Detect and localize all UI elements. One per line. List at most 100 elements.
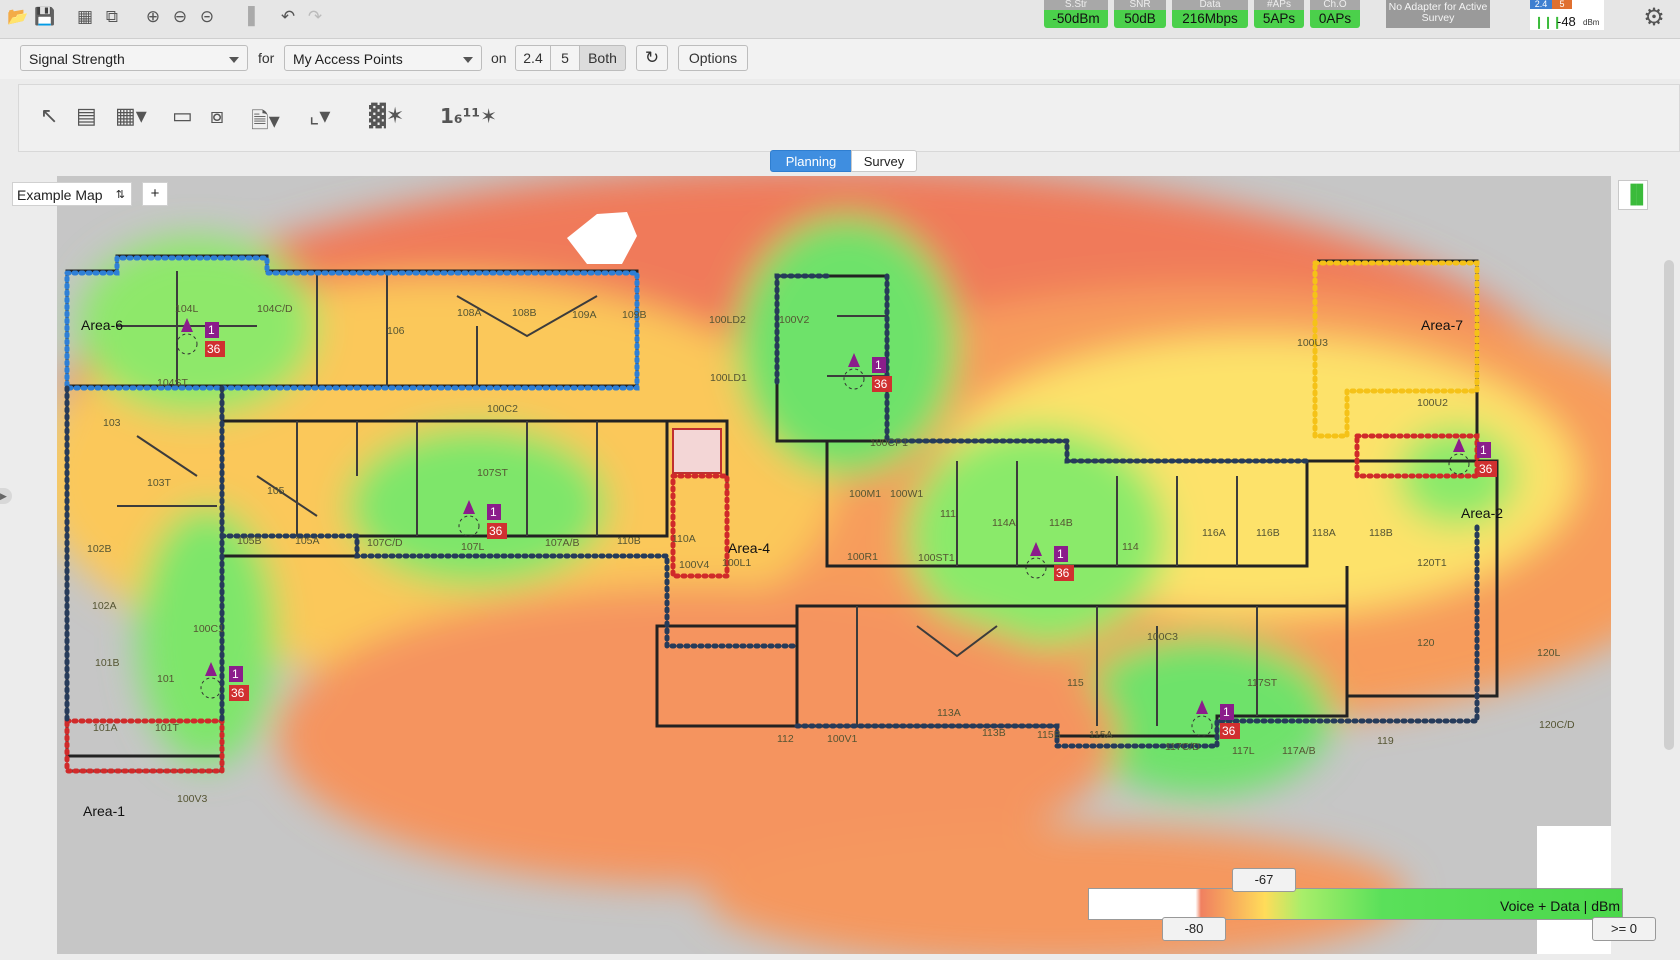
stat-snr[interactable]: SNR 50dB xyxy=(1114,0,1166,28)
map-select-value: Example Map xyxy=(17,187,103,203)
room-label: 117A/B xyxy=(1282,745,1316,757)
legend-threshold[interactable]: -67 xyxy=(1232,868,1296,892)
band-5-button[interactable]: 5 xyxy=(550,45,580,71)
room-label: 114B xyxy=(1049,517,1073,529)
options-button[interactable]: Options xyxy=(678,45,748,71)
room-label: 100V1 xyxy=(827,733,858,745)
room-label: 117C/D xyxy=(1165,741,1200,753)
bar-chart-icon[interactable]: ▐ xyxy=(237,6,259,28)
stat-label: Ch.O xyxy=(1310,0,1360,10)
grid-icon[interactable]: ▦ xyxy=(74,6,96,28)
ap-power: 36 xyxy=(1479,462,1493,476)
room-label: 110A xyxy=(672,533,696,545)
zoom-in-icon[interactable]: ⊕ xyxy=(142,6,164,28)
chart-toggle-button[interactable]: ▐▌ xyxy=(1618,180,1650,210)
collapse-panel-icon[interactable]: ▶ xyxy=(0,488,12,504)
room-label: 100U3 xyxy=(1297,337,1328,349)
ap-channel: 1 xyxy=(1480,443,1487,457)
room-label: 116B xyxy=(1256,527,1280,539)
for-label: for xyxy=(258,50,275,66)
ap-power: 36 xyxy=(1222,724,1236,738)
room-label: 115A xyxy=(1089,729,1113,741)
band-24-button[interactable]: 2.4 xyxy=(515,45,551,71)
area-label: Area-6 xyxy=(81,317,123,333)
room-label: 111 xyxy=(940,508,956,520)
refresh-icon[interactable]: ↻ xyxy=(636,45,668,71)
room-label: 100V3 xyxy=(177,793,208,805)
legend-min[interactable]: -80 xyxy=(1162,917,1226,941)
band-24-badge: 2.4 xyxy=(1530,0,1552,9)
add-map-button[interactable]: + xyxy=(142,182,168,206)
tab-survey[interactable]: Survey xyxy=(851,150,917,172)
area-label: Area-2 xyxy=(1461,505,1503,521)
room-label: 113B xyxy=(982,727,1006,739)
room-label: 107A/B xyxy=(545,537,579,549)
room-label: 100CP1 xyxy=(870,437,908,449)
heatmap-canvas[interactable]: 104L 104C/D 106 108A 108B 109A 109B 104S… xyxy=(57,176,1611,954)
access-point-tool-icon[interactable]: ▭ xyxy=(172,104,193,129)
room-label: 100L1 xyxy=(722,557,751,569)
stat-label: S.Str xyxy=(1044,0,1108,10)
chevron-down-icon xyxy=(463,57,473,63)
room-label: 104ST xyxy=(157,377,189,389)
room-label: 108B xyxy=(512,307,537,319)
legend-max[interactable]: >= 0 xyxy=(1592,917,1656,941)
open-folder-icon[interactable]: 📂 xyxy=(7,6,29,28)
survey-point-tool-icon[interactable]: ⧇ xyxy=(210,104,224,129)
room-label: 100C3 xyxy=(1147,631,1178,643)
save-icon[interactable]: 💾 xyxy=(34,6,56,28)
room-label: 114A xyxy=(992,517,1016,529)
room-label: 120L xyxy=(1537,647,1561,659)
stat-label: Data xyxy=(1172,0,1248,10)
area-label: Area-1 xyxy=(83,803,125,819)
channel-plan-tool-icon[interactable]: 1₆¹¹✶ xyxy=(440,104,497,128)
room-label: 109A xyxy=(572,309,597,321)
room-label: 101B xyxy=(95,657,120,669)
ap-channel: 1 xyxy=(232,667,239,681)
room-label: 100R1 xyxy=(847,551,878,563)
room-label: 109B xyxy=(622,309,647,321)
area-tool-icon[interactable]: ⌞▾ xyxy=(309,104,330,129)
undo-icon[interactable]: ↶ xyxy=(277,6,299,28)
room-label: 107ST xyxy=(477,467,509,479)
pointer-tool-icon[interactable]: ↖ xyxy=(40,104,58,129)
stat-value: 216Mbps xyxy=(1182,11,1238,26)
zoom-fit-icon[interactable]: ⊝ xyxy=(196,6,218,28)
vertical-scrollbar[interactable] xyxy=(1664,260,1674,750)
stat-value: 50dB xyxy=(1124,11,1156,26)
tab-planning[interactable]: Planning xyxy=(770,150,852,172)
auto-place-tool-icon[interactable]: ▓✶ xyxy=(369,104,404,129)
map-select[interactable]: Example Map ⇅ xyxy=(12,182,132,206)
floor-plan-heatmap: 104L 104C/D 106 108A 108B 109A 109B 104S… xyxy=(57,176,1611,954)
document-tool-icon[interactable]: 🗎▾ xyxy=(251,104,280,142)
room-label: 104C/D xyxy=(257,303,293,315)
zoom-out-icon[interactable]: ⊖ xyxy=(169,6,191,28)
metric-select[interactable]: Signal Strength xyxy=(20,45,248,71)
signal-indicator: 2.4 5 ❙❙❙ -48 dBm xyxy=(1530,0,1604,30)
stat-value: 5APs xyxy=(1262,11,1296,26)
room-label: 100V2 xyxy=(779,314,810,326)
ap-channel: 1 xyxy=(490,505,497,519)
legend-label: Voice + Data | dBm xyxy=(1500,898,1620,914)
top-toolbar: 📂 💾 ▦ ⧉ ⊕ ⊖ ⊝ ▐ ↶ ↷ S.Str -50dBm SNR 50dB … xyxy=(0,0,1680,39)
room-label: 100ST1 xyxy=(918,552,955,564)
export-icon[interactable]: ⧉ xyxy=(101,6,123,28)
stat-ap-count[interactable]: #APs 5APs xyxy=(1254,0,1304,28)
redo-icon[interactable]: ↷ xyxy=(304,6,326,28)
room-label: 102A xyxy=(92,600,117,612)
wall-tool-icon[interactable]: ▦▾ xyxy=(115,104,147,129)
stat-signal-strength[interactable]: S.Str -50dBm xyxy=(1044,0,1108,28)
ap-power: 36 xyxy=(489,524,503,538)
source-select[interactable]: My Access Points xyxy=(284,45,482,71)
ap-channel: 1 xyxy=(1223,705,1230,719)
room-label: 102B xyxy=(87,543,112,555)
stat-channel-overlap[interactable]: Ch.O 0APs xyxy=(1310,0,1360,28)
room-label: 107C/D xyxy=(367,537,403,549)
stat-data-rate[interactable]: Data 216Mbps xyxy=(1172,0,1248,28)
signal-unit: dBm xyxy=(1583,18,1600,27)
room-label: 118A xyxy=(1312,527,1336,539)
ruler-tool-icon[interactable]: ▤ xyxy=(76,104,97,129)
room-label: 100M1 xyxy=(849,488,881,500)
gear-icon[interactable]: ⚙ xyxy=(1640,3,1668,31)
band-both-button[interactable]: Both xyxy=(579,45,626,71)
